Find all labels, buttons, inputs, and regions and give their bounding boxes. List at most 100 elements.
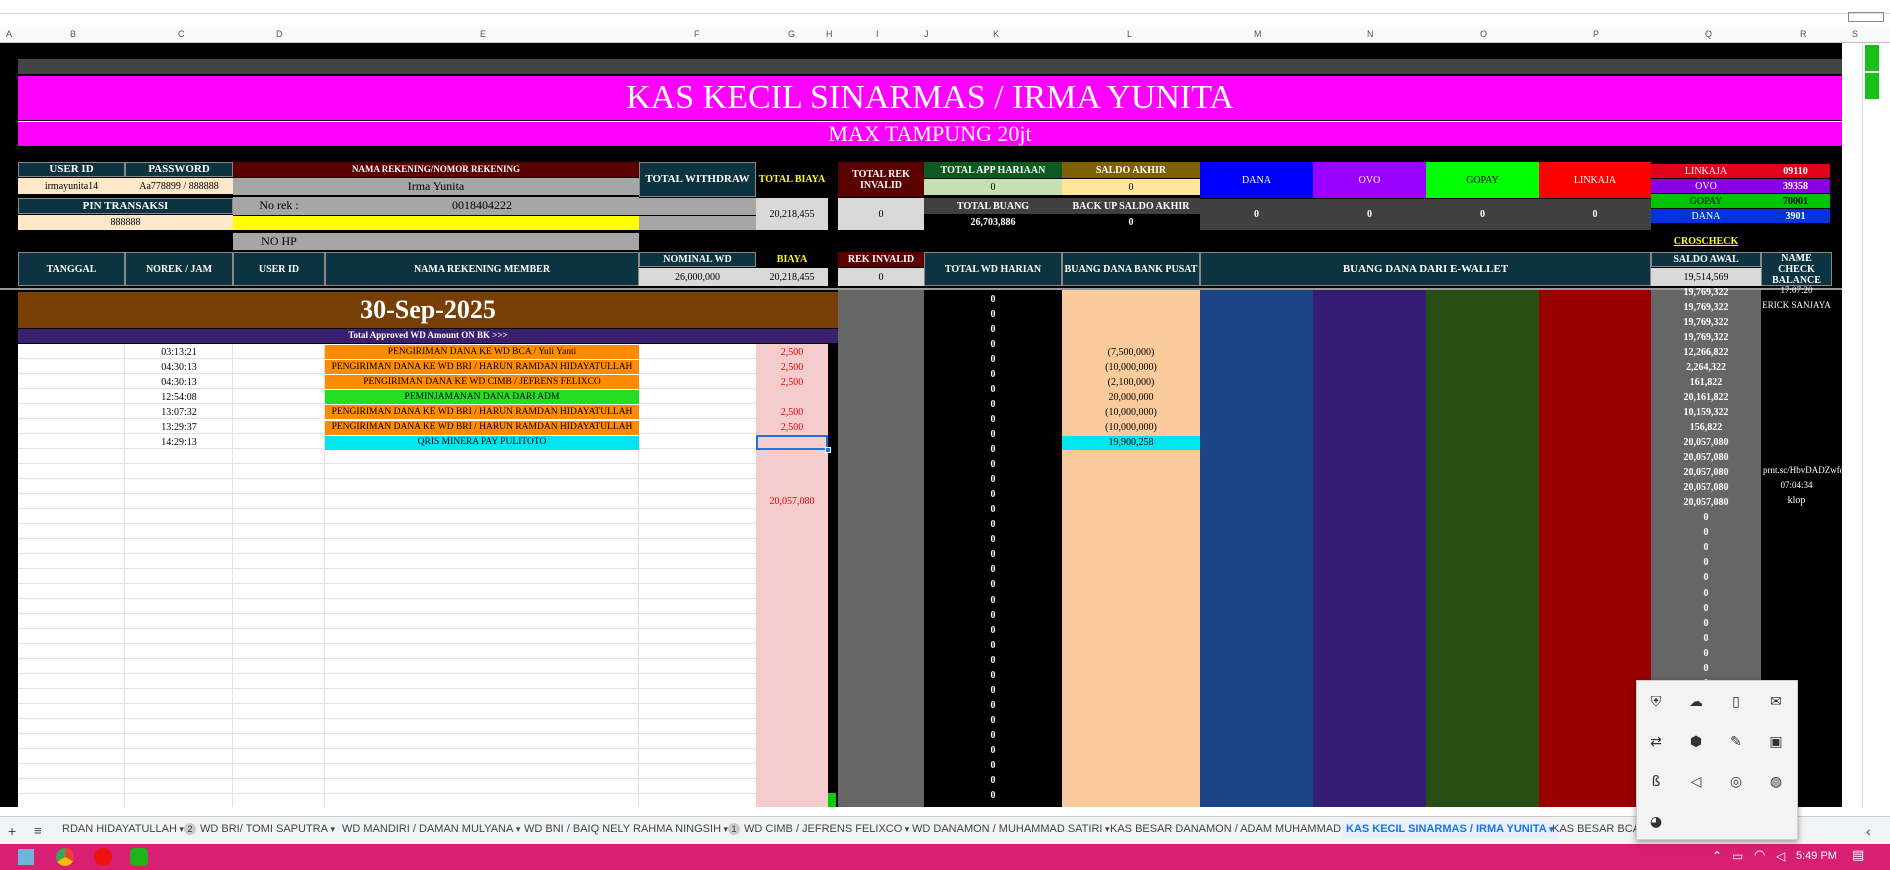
chrome-icon[interactable] — [56, 848, 74, 866]
line-icon[interactable] — [130, 848, 148, 866]
transaction-time[interactable]: 14:29:13 — [125, 436, 233, 450]
opera-icon[interactable] — [94, 848, 112, 866]
network-icon[interactable]: ⇄ — [1645, 731, 1667, 753]
wd-harian-value[interactable]: 0 — [924, 668, 1062, 682]
wifi-icon[interactable]: ◠ — [1754, 848, 1765, 863]
column-letter[interactable]: S — [1852, 29, 1858, 39]
column-letter[interactable]: A — [6, 29, 12, 39]
column-letter[interactable]: N — [1367, 29, 1374, 39]
fill-handle[interactable] — [825, 447, 831, 453]
saldo-value[interactable]: 0 — [1651, 541, 1761, 555]
total-rek-invalid-value[interactable]: 0 — [838, 198, 924, 230]
name-check-note[interactable]: klop — [1761, 494, 1832, 507]
saldo-value[interactable]: 0 — [1651, 571, 1761, 585]
saldo-akhir-value[interactable]: 0 — [1062, 179, 1200, 195]
wd-harian-value[interactable]: 0 — [924, 713, 1062, 727]
rek-invalid-header-value[interactable]: 0 — [838, 268, 924, 286]
sheet-tab[interactable]: WD DANAMON / MUHAMMAD SATIRI ▾ — [912, 823, 1110, 841]
clock[interactable]: 5:49 PM — [1796, 850, 1837, 862]
dana-value[interactable]: 0 — [1200, 199, 1313, 230]
saldo-value[interactable]: 0 — [1651, 646, 1761, 660]
collapse-toggle[interactable] — [1848, 12, 1884, 22]
transaction-description[interactable]: PEMINJAMANAN DANA DARI ADM — [325, 390, 639, 405]
total-withdraw-value[interactable] — [639, 198, 756, 215]
rek-invalid-column[interactable] — [838, 290, 924, 807]
sheet-tab[interactable]: KAS KECIL SINARMAS / IRMA YUNITA ▾ — [1342, 821, 1558, 839]
volume-icon[interactable]: ◁ — [1685, 771, 1707, 793]
wd-harian-value[interactable]: 0 — [924, 518, 1062, 532]
tab-menu-icon[interactable]: ▾ — [1102, 824, 1110, 834]
notification-icon[interactable]: ▤ — [1852, 848, 1864, 863]
wd-harian-value[interactable]: 0 — [924, 337, 1062, 351]
transaction-description[interactable]: PENGIRIMAN DANA KE WD CIMB / JEFRENS FEL… — [325, 375, 639, 390]
side-wallet-code[interactable]: 3901 — [1761, 209, 1830, 223]
ewallet-column[interactable] — [1313, 290, 1426, 807]
saldo-value[interactable]: 19,769,322 — [1651, 300, 1761, 314]
wd-harian-value[interactable]: 0 — [924, 533, 1062, 547]
nohp-value[interactable] — [325, 233, 639, 250]
tab-scroll-left-icon[interactable]: ‹ — [1866, 823, 1871, 841]
transaction-description[interactable]: PENGIRIMAN DANA KE WD BRI / HARUN RAMDAN… — [325, 360, 639, 375]
side-wallet-code[interactable]: 70001 — [1761, 194, 1830, 208]
side-wallet-code[interactable]: 39358 — [1761, 179, 1830, 193]
sheet-tab[interactable]: KAS BESAR BCA / — [1552, 823, 1646, 841]
ewallet-column[interactable] — [1426, 290, 1539, 807]
transaction-time[interactable]: 13:07:32 — [125, 405, 233, 419]
saldo-value[interactable]: 0 — [1651, 511, 1761, 525]
sheet-tab[interactable]: 2 WD BRI/ TOMI SAPUTRA ▾ — [184, 823, 335, 841]
saldo-value[interactable]: 0 — [1651, 526, 1761, 540]
wd-harian-value[interactable]: 0 — [924, 307, 1062, 321]
sheet-tab[interactable]: WD MANDIRI / DAMAN MULYANA ▾ — [342, 823, 520, 841]
saldo-value[interactable]: 0 — [1651, 616, 1761, 630]
backup-value[interactable]: 0 — [1062, 215, 1200, 230]
name-check-time[interactable]: 17:07:20 — [1761, 285, 1832, 297]
saldo-value[interactable]: 156,822 — [1651, 420, 1761, 434]
discord-icon[interactable]: ◕ — [1645, 811, 1667, 833]
file-explorer-icon[interactable] — [18, 849, 34, 865]
column-letter[interactable]: M — [1254, 29, 1262, 39]
wd-harian-value[interactable]: 0 — [924, 563, 1062, 577]
wd-harian-value[interactable]: 0 — [924, 443, 1062, 457]
transaction-biaya[interactable]: 2,500 — [756, 345, 828, 359]
wd-harian-value[interactable]: 0 — [924, 774, 1062, 788]
name-check-name[interactable]: ERICK SANJAYA — [1761, 299, 1832, 312]
pen-icon[interactable]: ✎ — [1725, 731, 1747, 753]
saldo-value[interactable]: 2,264,322 — [1651, 360, 1761, 374]
wd-harian-value[interactable]: 0 — [924, 488, 1062, 502]
linkaja-value[interactable]: 0 — [1539, 199, 1651, 230]
column-letter[interactable]: H — [826, 29, 833, 39]
total-buang-value[interactable]: 26,703,886 — [924, 215, 1062, 230]
ewallet-column[interactable] — [1200, 290, 1313, 807]
wd-harian-value[interactable]: 0 — [924, 593, 1062, 607]
volume-icon[interactable]: ◁ — [1776, 849, 1785, 863]
tab-menu-icon[interactable]: ▾ — [902, 824, 910, 834]
column-letter[interactable]: Q — [1705, 29, 1712, 39]
transaction-description[interactable]: QRIS MINERA PAY PULITOTO — [325, 435, 639, 450]
transaction-buang[interactable]: 20,000,000 — [1062, 390, 1200, 404]
transaction-buang[interactable]: (10,000,000) — [1062, 360, 1200, 374]
transaction-time[interactable]: 04:30:13 — [125, 360, 233, 374]
wd-harian-value[interactable]: 0 — [924, 292, 1062, 306]
shield-icon[interactable]: ⛨ — [1645, 691, 1667, 713]
norek-value[interactable]: 0018404222 — [325, 197, 639, 215]
transaction-biaya[interactable]: 2,500 — [756, 375, 828, 389]
chat-icon[interactable]: ✉ — [1765, 691, 1787, 713]
wd-harian-value[interactable]: 0 — [924, 578, 1062, 592]
saldo-value[interactable]: 10,159,322 — [1651, 405, 1761, 419]
wd-harian-value[interactable]: 0 — [924, 412, 1062, 426]
spreadsheet-grid[interactable]: KAS KECIL SINARMAS / IRMA YUNITA MAX TAMP… — [0, 43, 1842, 807]
saldo-value[interactable]: 20,057,080 — [1651, 466, 1761, 480]
transaction-buang[interactable]: (10,000,000) — [1062, 421, 1200, 435]
transaction-description[interactable]: PENGIRIMAN DANA KE WD BCA / Yuli Yanti — [325, 345, 639, 359]
biaya-header-value[interactable]: 20,218,455 — [756, 268, 828, 286]
wd-harian-value[interactable]: 0 — [924, 427, 1062, 441]
wd-harian-value[interactable]: 0 — [924, 728, 1062, 742]
add-sheet-icon[interactable]: + — [8, 823, 16, 841]
wd-harian-value[interactable]: 0 — [924, 683, 1062, 697]
usb-icon[interactable]: ▯ — [1725, 691, 1747, 713]
transaction-description[interactable]: PENGIRIMAN DANA KE WD BRI / HARUN RAMDAN… — [325, 405, 639, 420]
wd-harian-value[interactable]: 0 — [924, 698, 1062, 712]
tab-menu-icon[interactable]: ▾ — [177, 824, 184, 834]
sheet-tab[interactable]: WD BNI / BAIQ NELY RAHMA NINGSIH ▾ — [524, 823, 728, 841]
saldo-value[interactable]: 0 — [1651, 601, 1761, 615]
